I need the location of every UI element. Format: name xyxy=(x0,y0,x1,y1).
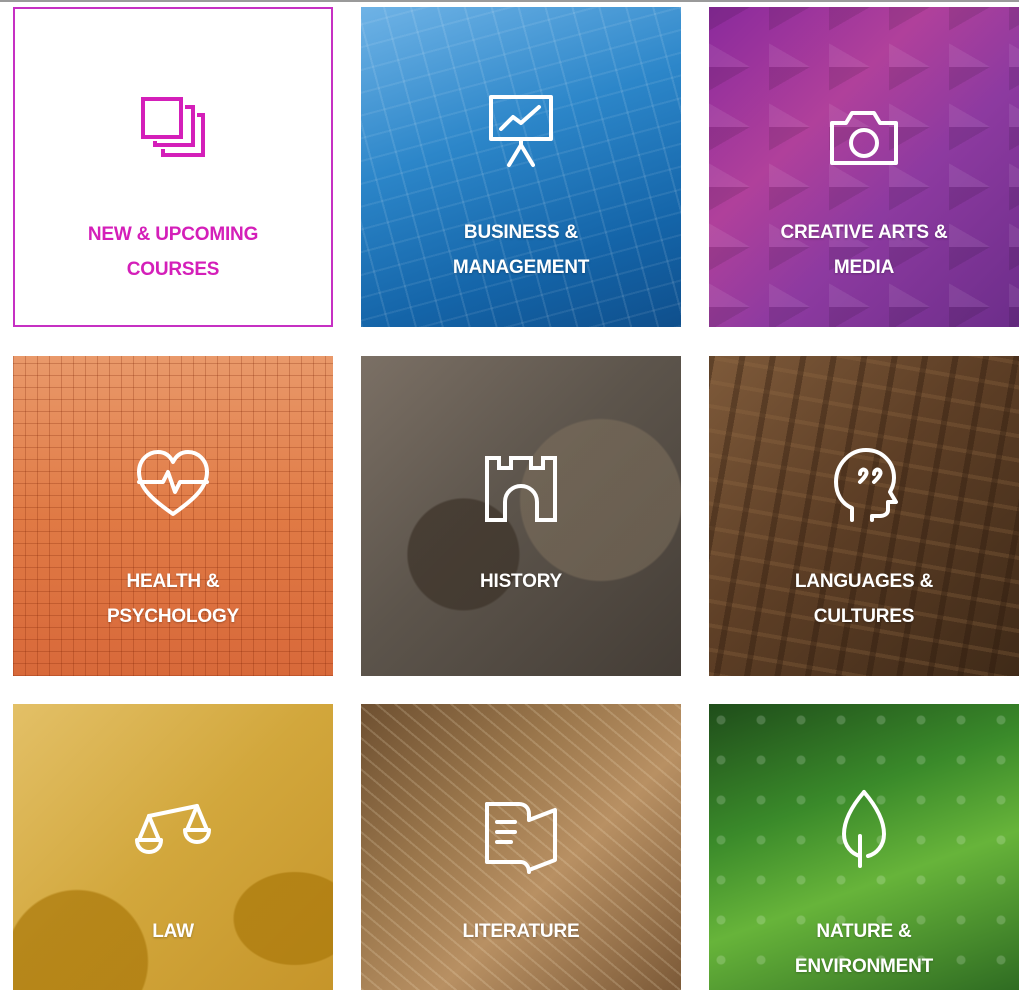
tile-label: NATURE & ENVIRONMENT xyxy=(794,921,934,977)
tile-label: BUSINESS & MANAGEMENT xyxy=(452,222,590,278)
castle-icon xyxy=(481,448,561,528)
heartbeat-icon xyxy=(133,444,213,524)
tile-label: HEALTH & PSYCHOLOGY xyxy=(106,571,240,627)
open-book-icon xyxy=(481,796,561,876)
tile-label: HISTORY xyxy=(479,571,562,592)
presentation-chart-icon xyxy=(481,89,561,169)
tile-nature-environment[interactable]: NATURE & ENVIRONMENT xyxy=(709,704,1019,990)
course-category-grid: NEW & UPCOMING COURSES BUSINESS & MANAGE… xyxy=(0,0,1019,990)
tile-law[interactable]: LAW xyxy=(13,704,333,990)
speaking-head-icon xyxy=(824,444,904,524)
camera-icon xyxy=(824,101,904,181)
leaf-icon xyxy=(824,788,904,868)
tile-creative-arts-media[interactable]: CREATIVE ARTS & MEDIA xyxy=(709,7,1019,327)
tile-history[interactable]: HISTORY xyxy=(361,356,681,676)
tile-new-upcoming-courses[interactable]: NEW & UPCOMING COURSES xyxy=(13,7,333,327)
tile-label: LANGUAGES & CULTURES xyxy=(794,571,934,627)
tile-label: CREATIVE ARTS & MEDIA xyxy=(780,222,948,278)
tile-languages-cultures[interactable]: LANGUAGES & CULTURES xyxy=(709,356,1019,676)
stacked-pages-icon xyxy=(133,93,213,173)
tile-label: LITERATURE xyxy=(462,921,580,942)
scales-icon xyxy=(133,794,213,874)
tile-health-psychology[interactable]: HEALTH & PSYCHOLOGY xyxy=(13,356,333,676)
tile-literature[interactable]: LITERATURE xyxy=(361,704,681,990)
tile-label: NEW & UPCOMING COURSES xyxy=(87,224,259,280)
tile-label: LAW xyxy=(152,921,194,942)
tile-business-management[interactable]: BUSINESS & MANAGEMENT xyxy=(361,7,681,327)
